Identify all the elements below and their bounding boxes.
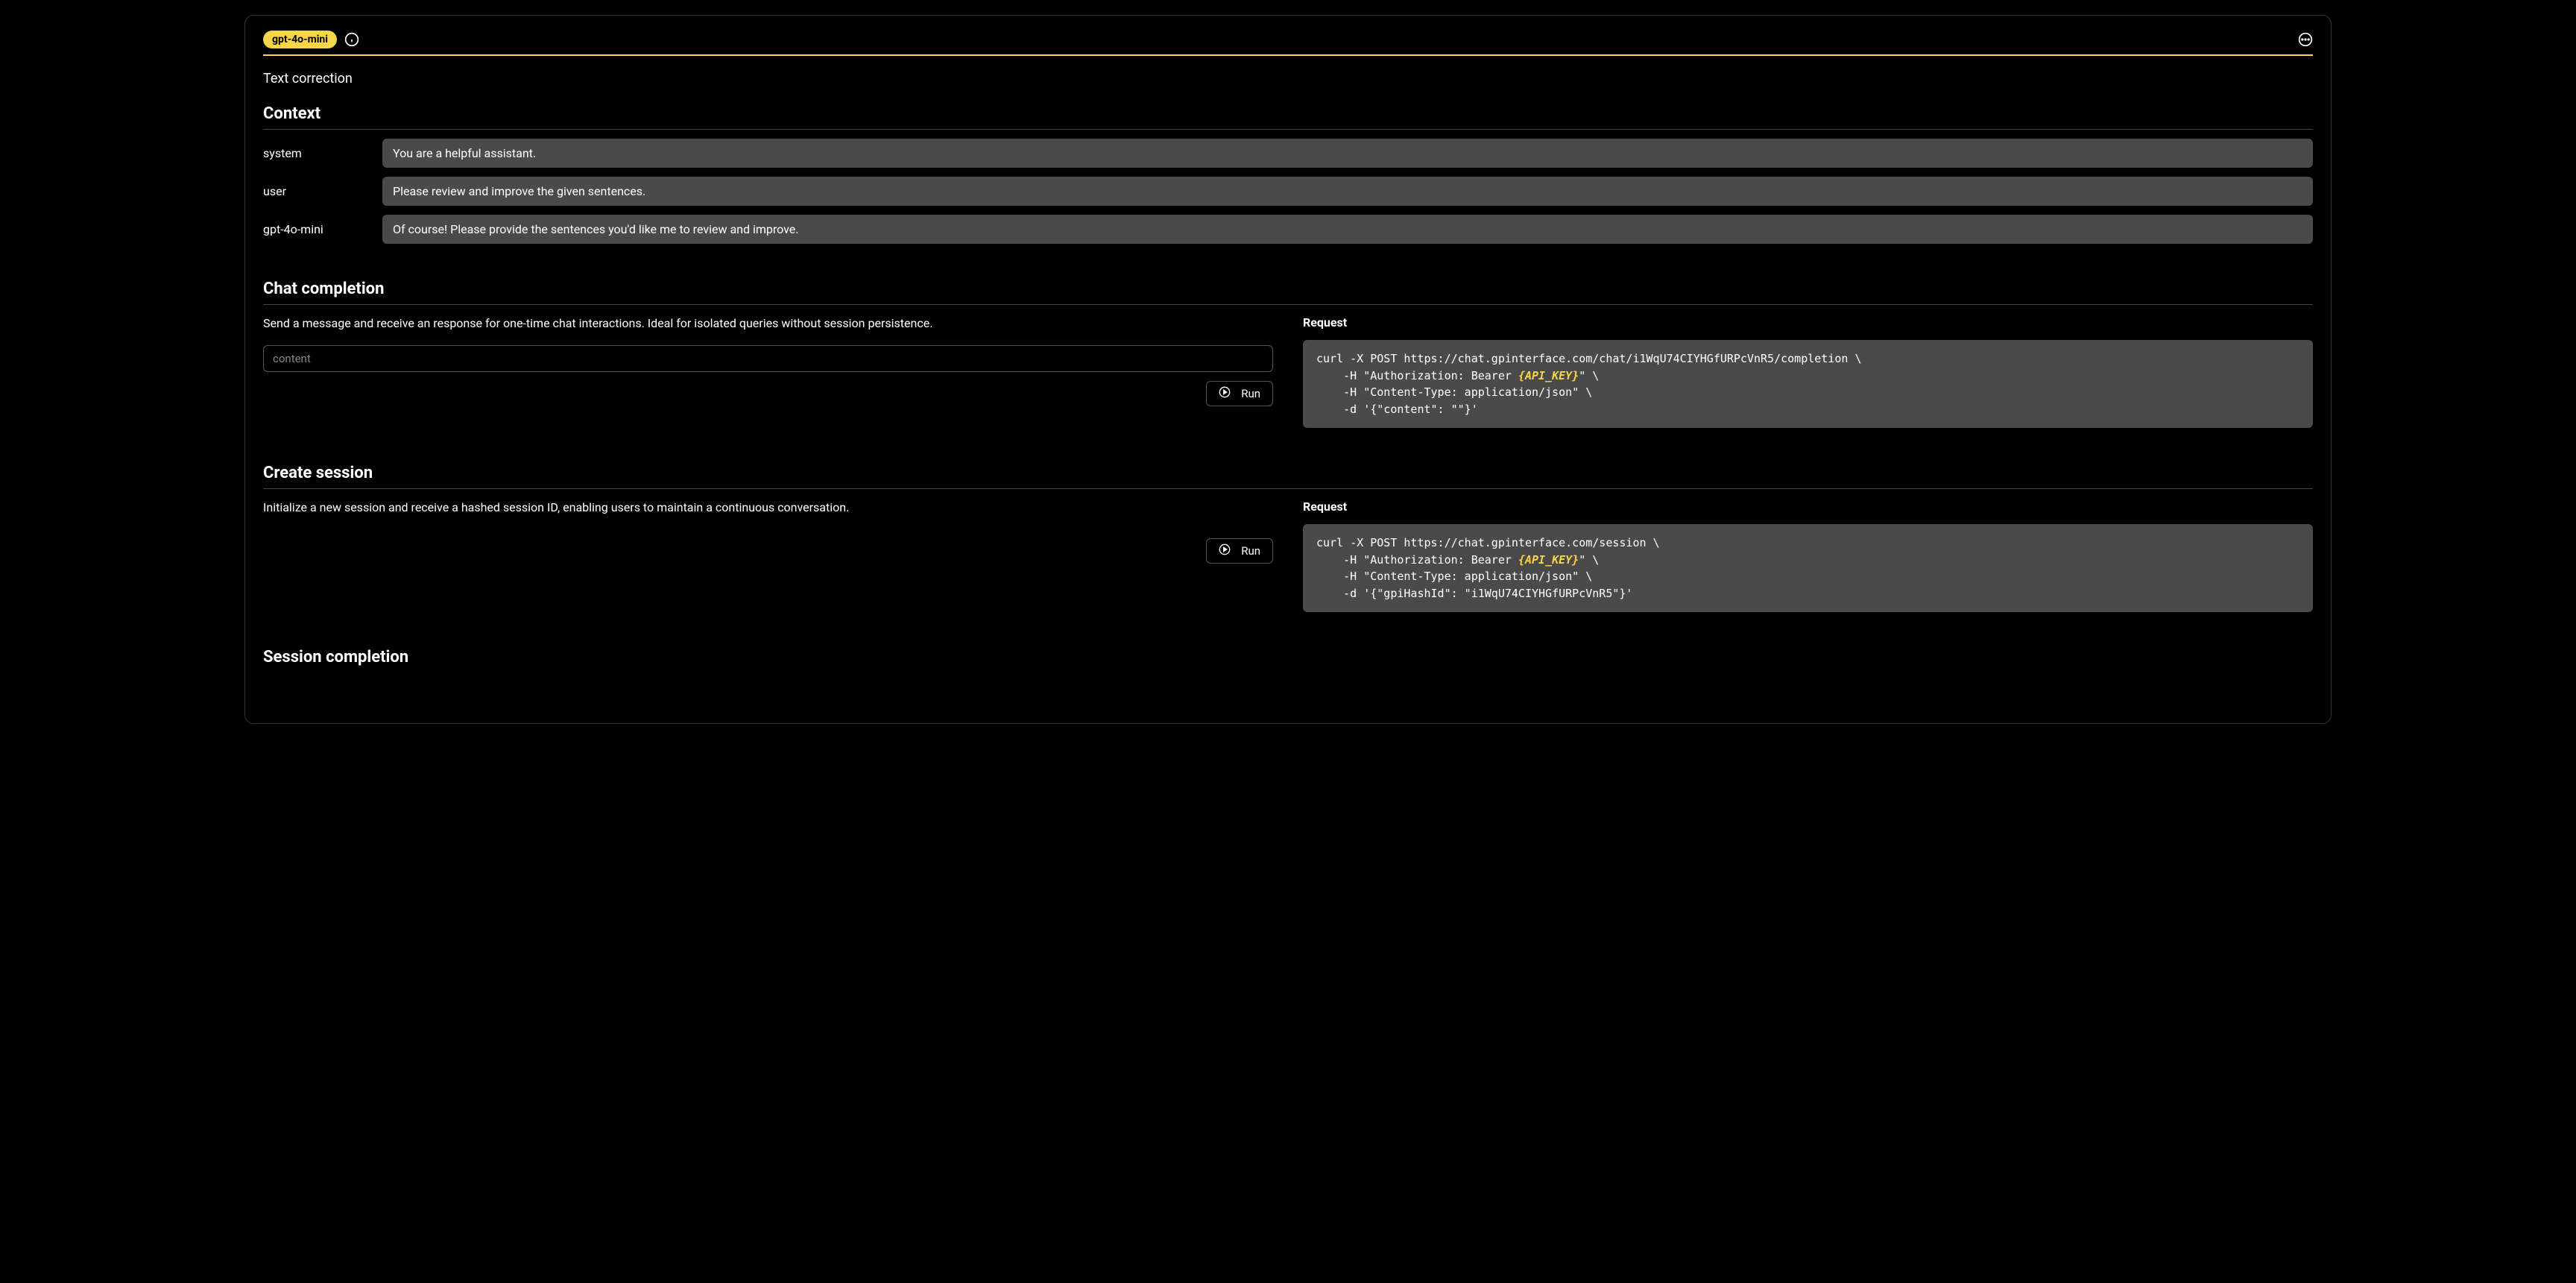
role-label-system: system xyxy=(263,139,367,168)
code-line: " \ xyxy=(1579,369,1599,382)
chat-completion-code: curl -X POST https://chat.gpinterface.co… xyxy=(1303,340,2313,428)
api-key-placeholder: {API_KEY} xyxy=(1518,369,1579,382)
run-button-session[interactable]: Run xyxy=(1206,538,1273,564)
code-line: -H "Authorization: Bearer xyxy=(1316,553,1518,567)
context-row: user Please review and improve the given… xyxy=(263,177,2313,206)
chat-completion-grid: Send a message and receive an response f… xyxy=(263,315,2313,428)
page-title: Text correction xyxy=(263,71,2313,86)
model-badge: gpt-4o-mini xyxy=(263,31,337,48)
create-session-code: curl -X POST https://chat.gpinterface.co… xyxy=(1303,524,2313,612)
create-session-section: Create session Initialize a new session … xyxy=(263,464,2313,612)
more-icon[interactable] xyxy=(2298,32,2313,47)
content-input[interactable] xyxy=(263,345,1273,372)
create-session-right: Request curl -X POST https://chat.gpinte… xyxy=(1303,499,2313,612)
create-session-left: Initialize a new session and receive a h… xyxy=(263,499,1273,612)
message-assistant: Of course! Please provide the sentences … xyxy=(382,215,2313,244)
info-icon[interactable] xyxy=(344,32,359,47)
request-label: Request xyxy=(1303,499,2313,514)
chat-completion-section: Chat completion Send a message and recei… xyxy=(263,280,2313,428)
header-row: gpt-4o-mini xyxy=(263,31,2313,48)
run-button-chat[interactable]: Run xyxy=(1206,381,1273,406)
context-row: gpt-4o-mini Of course! Please provide th… xyxy=(263,215,2313,244)
code-line: curl -X POST https://chat.gpinterface.co… xyxy=(1316,352,1862,365)
accent-divider xyxy=(263,54,2313,56)
request-label: Request xyxy=(1303,315,2313,330)
run-row: Run xyxy=(263,538,1273,564)
role-label-assistant: gpt-4o-mini xyxy=(263,215,367,244)
chat-completion-right: Request curl -X POST https://chat.gpinte… xyxy=(1303,315,2313,428)
code-line: -H "Content-Type: application/json" \ xyxy=(1316,385,1592,399)
main-panel: gpt-4o-mini Text correction Context s xyxy=(244,15,2332,724)
message-system: You are a helpful assistant. xyxy=(382,139,2313,168)
role-label-user: user xyxy=(263,177,367,206)
session-completion-heading: Session completion xyxy=(263,648,2313,672)
play-icon xyxy=(1219,543,1231,558)
api-key-placeholder: {API_KEY} xyxy=(1518,553,1579,567)
session-completion-section: Session completion xyxy=(263,648,2313,672)
chat-completion-description: Send a message and receive an response f… xyxy=(263,315,1273,332)
context-row: system You are a helpful assistant. xyxy=(263,139,2313,168)
create-session-description: Initialize a new session and receive a h… xyxy=(263,499,1273,516)
run-label: Run xyxy=(1241,544,1260,558)
chat-completion-left: Send a message and receive an response f… xyxy=(263,315,1273,428)
code-line: " \ xyxy=(1579,553,1599,567)
create-session-heading: Create session xyxy=(263,464,2313,489)
chat-completion-heading: Chat completion xyxy=(263,280,2313,305)
run-label: Run xyxy=(1241,387,1260,400)
code-line: -H "Content-Type: application/json" \ xyxy=(1316,570,1592,583)
code-line: -H "Authorization: Bearer xyxy=(1316,369,1518,382)
create-session-grid: Initialize a new session and receive a h… xyxy=(263,499,2313,612)
code-line: curl -X POST https://chat.gpinterface.co… xyxy=(1316,536,1660,549)
header-left: gpt-4o-mini xyxy=(263,31,359,48)
play-icon xyxy=(1219,386,1231,401)
run-row: Run xyxy=(263,381,1273,406)
context-section: Context system You are a helpful assista… xyxy=(263,104,2313,244)
code-line: -d '{"gpiHashId": "i1WqU74CIYHGfURPcVnR5… xyxy=(1316,587,1632,600)
context-heading: Context xyxy=(263,104,2313,130)
code-line: -d '{"content": ""}' xyxy=(1316,403,1478,416)
message-user: Please review and improve the given sent… xyxy=(382,177,2313,206)
